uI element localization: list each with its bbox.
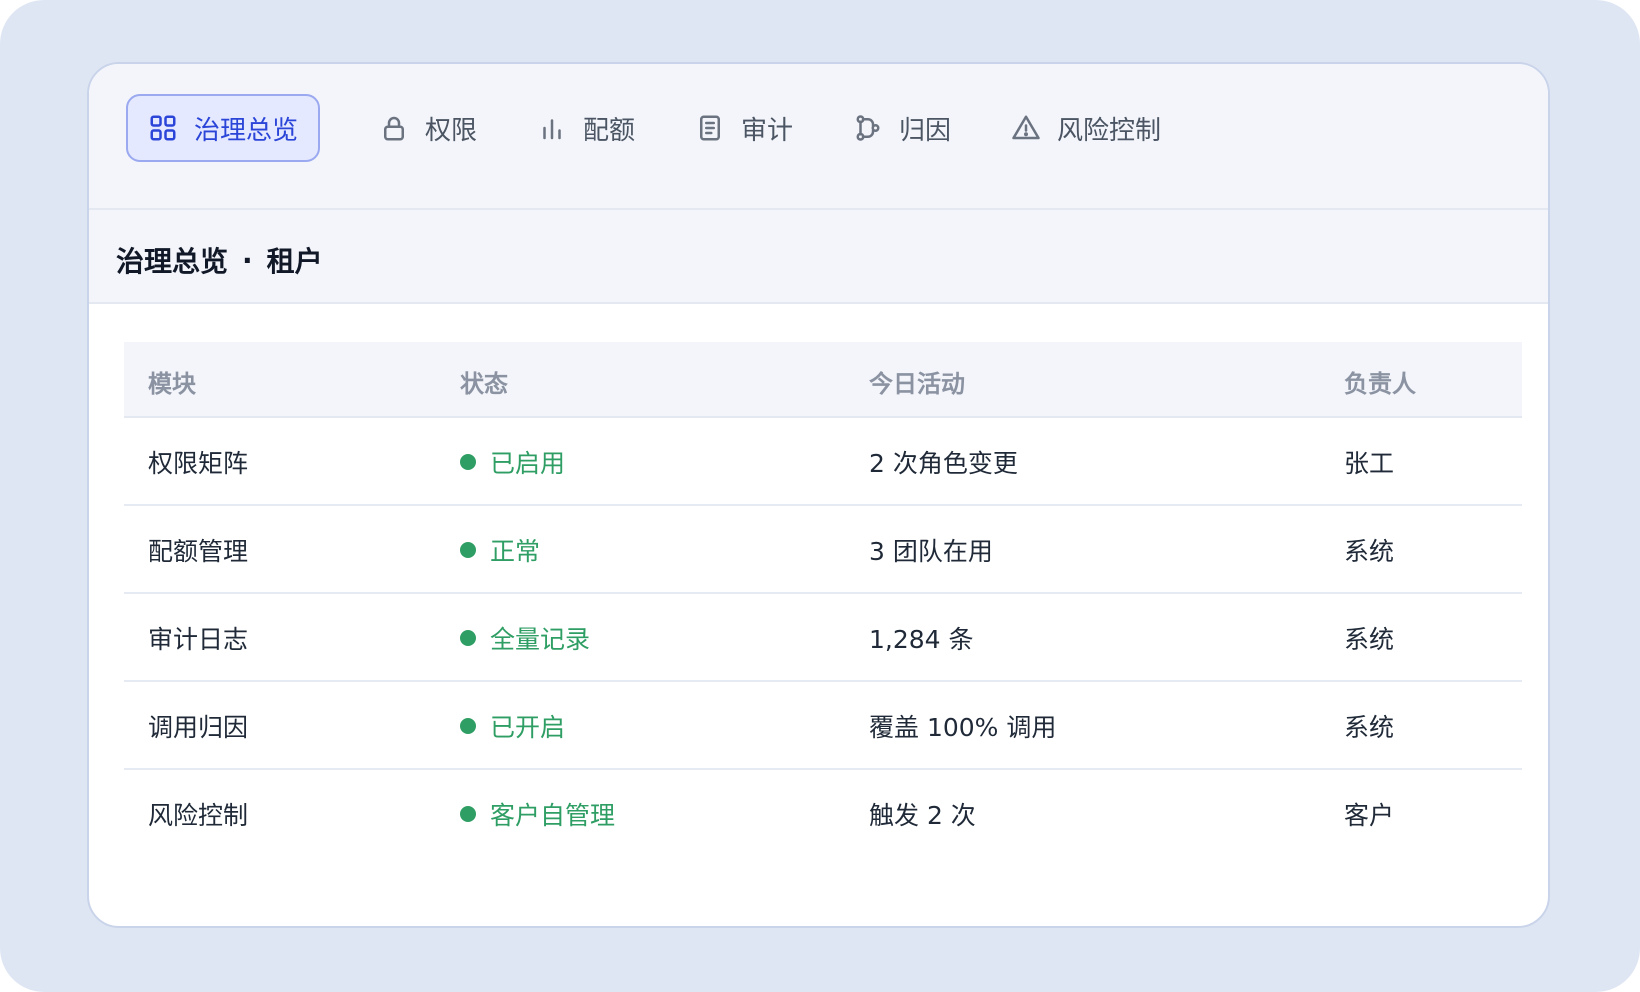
- tab-quota[interactable]: 配额: [517, 94, 655, 162]
- status-dot-icon: [460, 542, 476, 558]
- owner-cell: 系统: [1344, 537, 1395, 566]
- branch-icon: [853, 113, 883, 143]
- grid-icon: [148, 113, 178, 143]
- owner-cell: 系统: [1344, 713, 1395, 742]
- status-dot-icon: [460, 806, 476, 822]
- table-row[interactable]: 调用归因 已开启 覆盖 100% 调用 系统: [124, 682, 1522, 770]
- column-header-status[interactable]: 状态: [460, 364, 508, 399]
- status-dot-icon: [460, 454, 476, 470]
- status-cell: 客户自管理: [460, 796, 615, 832]
- activity-cell: 触发 2 次: [869, 801, 976, 830]
- table-row[interactable]: 配额管理 正常 3 团队在用 系统: [124, 506, 1522, 594]
- column-header-activity[interactable]: 今日活动: [869, 364, 965, 399]
- section-subtitle: 租户: [266, 245, 323, 278]
- tab-label: 审计: [741, 115, 794, 146]
- activity-cell: 覆盖 100% 调用: [869, 713, 1057, 742]
- status-dot-icon: [460, 718, 476, 734]
- status-text: 已开启: [490, 713, 566, 742]
- lock-icon: [379, 113, 409, 143]
- activity-cell: 1,284 条: [869, 625, 974, 654]
- table-row[interactable]: 风险控制 客户自管理 触发 2 次 客户: [124, 770, 1522, 856]
- tab-risk-control[interactable]: 风险控制: [991, 94, 1181, 162]
- tab-label: 风险控制: [1057, 115, 1162, 146]
- column-header-module[interactable]: 模块: [148, 364, 196, 399]
- document-icon: [695, 113, 725, 143]
- activity-cell: 2 次角色变更: [869, 449, 1018, 478]
- status-dot-icon: [460, 630, 476, 646]
- section-title: 治理总览: [116, 245, 229, 278]
- status-text: 客户自管理: [490, 801, 616, 830]
- governance-card: 治理总览 权限 配额 审计 归因 风险控制 治理总览 · 租户 模块 状态 今日…: [87, 62, 1550, 928]
- status-cell: 已启用: [460, 444, 565, 480]
- status-cell: 全量记录: [460, 620, 590, 656]
- status-text: 全量记录: [490, 625, 591, 654]
- tab-attribution[interactable]: 归因: [833, 94, 971, 162]
- table-header: 模块 状态 今日活动 负责人: [124, 342, 1522, 418]
- module-cell: 配额管理: [148, 537, 249, 566]
- tab-label: 权限: [425, 115, 478, 146]
- tab-bar: 治理总览 权限 配额 审计 归因 风险控制: [89, 64, 1548, 210]
- status-cell: 正常: [460, 532, 540, 568]
- status-cell: 已开启: [460, 708, 565, 744]
- bar-chart-icon: [537, 113, 567, 143]
- module-cell: 审计日志: [148, 625, 249, 654]
- module-cell: 调用归因: [148, 713, 249, 742]
- tab-overview[interactable]: 治理总览: [126, 94, 321, 162]
- tab-permissions[interactable]: 权限: [359, 94, 497, 162]
- status-text: 正常: [490, 537, 541, 566]
- section-header: 治理总览 · 租户: [89, 210, 1548, 304]
- owner-cell: 张工: [1344, 449, 1395, 478]
- governance-table: 模块 状态 今日活动 负责人 权限矩阵 已启用 2 次角色变更 张工 配额管理 …: [124, 342, 1522, 856]
- tab-audit[interactable]: 审计: [675, 94, 813, 162]
- owner-cell: 系统: [1344, 625, 1395, 654]
- tab-label: 治理总览: [194, 115, 299, 146]
- page-title: 治理总览 · 租户: [116, 240, 323, 280]
- module-cell: 风险控制: [148, 801, 249, 830]
- tab-label: 归因: [899, 115, 952, 146]
- warning-icon: [1011, 113, 1041, 143]
- tab-label: 配额: [583, 115, 636, 146]
- activity-cell: 3 团队在用: [869, 537, 993, 566]
- owner-cell: 客户: [1344, 801, 1395, 830]
- title-separator: ·: [242, 243, 253, 277]
- table-row[interactable]: 权限矩阵 已启用 2 次角色变更 张工: [124, 418, 1522, 506]
- table-row[interactable]: 审计日志 全量记录 1,284 条 系统: [124, 594, 1522, 682]
- status-text: 已启用: [490, 449, 566, 478]
- module-cell: 权限矩阵: [148, 449, 249, 478]
- column-header-owner[interactable]: 负责人: [1344, 364, 1416, 399]
